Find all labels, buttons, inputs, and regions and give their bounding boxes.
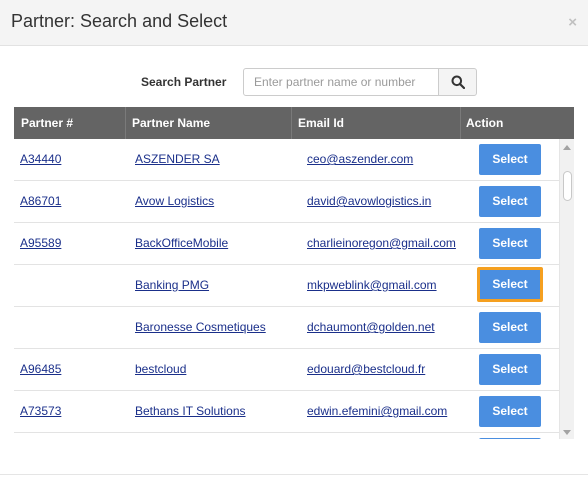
close-icon[interactable]: × bbox=[568, 14, 577, 31]
search-label: Search Partner bbox=[141, 75, 227, 89]
scroll-thumb[interactable] bbox=[563, 171, 572, 201]
email-link[interactable]: dchaumont@golden.net bbox=[307, 320, 435, 334]
email-link[interactable]: ceo@aszender.com bbox=[307, 152, 413, 166]
table-row: Select bbox=[14, 433, 559, 439]
partner-name-link[interactable]: Avow Logistics bbox=[135, 194, 214, 208]
partner-number-link[interactable]: A34440 bbox=[20, 152, 61, 166]
header-partner-name: Partner Name bbox=[132, 116, 211, 130]
scroll-up-arrow-icon[interactable] bbox=[563, 145, 571, 150]
select-button[interactable]: Select bbox=[479, 228, 541, 259]
partner-name-link[interactable]: Bethans IT Solutions bbox=[135, 404, 246, 418]
header-divider bbox=[291, 107, 292, 139]
header-action: Action bbox=[466, 116, 504, 130]
table-row: Banking PMG mkpweblink@gmail.com Select bbox=[14, 265, 559, 307]
partner-number-link[interactable]: A95589 bbox=[20, 236, 61, 250]
partner-name-link[interactable]: BackOfficeMobile bbox=[135, 236, 228, 250]
search-input[interactable] bbox=[243, 68, 439, 96]
search-row: Search Partner bbox=[0, 68, 588, 97]
partner-name-link[interactable]: Baronesse Cosmetiques bbox=[135, 320, 266, 334]
table-row: Baronesse Cosmetiques dchaumont@golden.n… bbox=[14, 307, 559, 349]
scroll-down-arrow-icon[interactable] bbox=[563, 430, 571, 435]
header-partner-no: Partner # bbox=[21, 116, 74, 130]
table-header: Partner # Partner Name Email Id Action bbox=[14, 107, 574, 139]
header-email: Email Id bbox=[298, 116, 345, 130]
header-divider bbox=[460, 107, 461, 139]
select-button-focused[interactable]: Select bbox=[477, 267, 543, 302]
table-row: A34440 ASZENDER SA ceo@aszender.com Sele… bbox=[14, 139, 559, 181]
select-button[interactable]: Select bbox=[479, 438, 541, 439]
table-body: A34440 ASZENDER SA ceo@aszender.com Sele… bbox=[14, 139, 559, 439]
table-scrollbar[interactable] bbox=[559, 139, 574, 439]
email-link[interactable]: edouard@bestcloud.fr bbox=[307, 362, 425, 376]
select-button[interactable]: Select bbox=[479, 354, 541, 385]
partner-search-modal: Partner: Search and Select × Search Part… bbox=[0, 0, 588, 495]
table-row: A86701 Avow Logistics david@avowlogistic… bbox=[14, 181, 559, 223]
header-divider bbox=[125, 107, 126, 139]
partner-number-link[interactable]: A86701 bbox=[20, 194, 61, 208]
email-link[interactable]: david@avowlogistics.in bbox=[307, 194, 431, 208]
partner-name-link[interactable]: bestcloud bbox=[135, 362, 186, 376]
partner-name-link[interactable]: ASZENDER SA bbox=[135, 152, 220, 166]
partner-number-link[interactable]: A73573 bbox=[20, 404, 61, 418]
email-link[interactable]: edwin.efemini@gmail.com bbox=[307, 404, 447, 418]
modal-title: Partner: Search and Select bbox=[11, 11, 228, 31]
partner-number-link[interactable]: A96485 bbox=[20, 362, 61, 376]
table-row: A96485 bestcloud edouard@bestcloud.fr Se… bbox=[14, 349, 559, 391]
search-icon bbox=[451, 75, 465, 89]
select-button[interactable]: Select bbox=[479, 144, 541, 175]
select-button[interactable]: Select bbox=[479, 186, 541, 217]
email-link[interactable]: charlieinoregon@gmail.com bbox=[307, 236, 456, 250]
search-button[interactable] bbox=[438, 68, 477, 96]
table-row: A95589 BackOfficeMobile charlieinoregon@… bbox=[14, 223, 559, 265]
table-row: A73573 Bethans IT Solutions edwin.efemin… bbox=[14, 391, 559, 433]
email-link[interactable]: mkpweblink@gmail.com bbox=[307, 278, 437, 292]
partner-name-link[interactable]: Banking PMG bbox=[135, 278, 209, 292]
modal-footer-divider bbox=[0, 474, 588, 475]
partner-table: Partner # Partner Name Email Id Action A… bbox=[14, 107, 574, 439]
select-button[interactable]: Select bbox=[479, 312, 541, 343]
modal-header: Partner: Search and Select × bbox=[0, 0, 588, 46]
select-button[interactable]: Select bbox=[479, 396, 541, 427]
